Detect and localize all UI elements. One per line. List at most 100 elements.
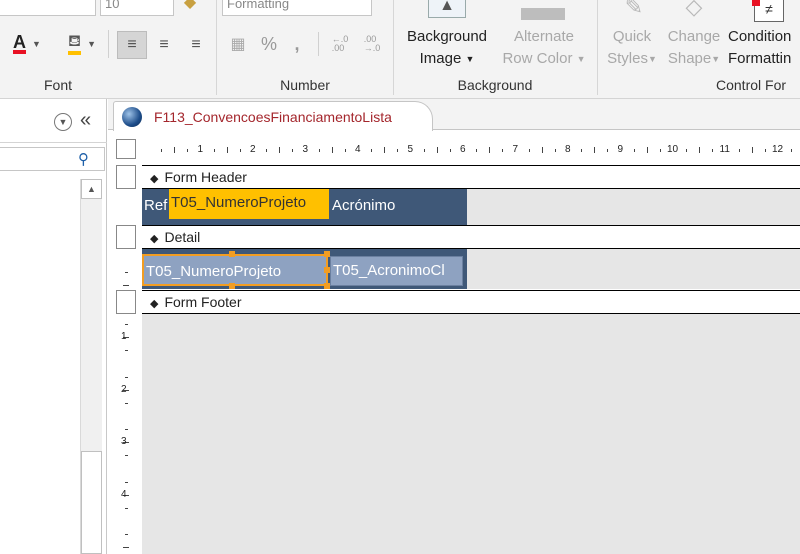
- align-left-button[interactable]: ≡: [117, 31, 147, 59]
- section-arrow-icon: ◆: [150, 298, 159, 310]
- fill-color-button[interactable]: ⛾ ▼: [62, 30, 102, 58]
- section-selector-detail[interactable]: [116, 225, 136, 249]
- ruler-tick: [541, 147, 543, 153]
- align-right-button[interactable]: ≡: [182, 31, 210, 59]
- chevron-down-icon: ▼: [465, 54, 475, 65]
- search-icon[interactable]: ⚲: [78, 150, 89, 168]
- ruler-tick: [384, 147, 386, 153]
- resize-handle[interactable]: [229, 251, 235, 257]
- ruler-tick: [125, 324, 128, 326]
- ruler-tick: [738, 149, 740, 152]
- conditional-formatting-button[interactable]: Condition Formattin: [728, 26, 800, 70]
- section-selector-header[interactable]: [116, 165, 136, 189]
- font-name-combo[interactable]: [0, 0, 96, 16]
- conditional-formatting-label-2: Formattin: [728, 50, 792, 67]
- label-acronimo[interactable]: Acrónimo: [332, 189, 462, 223]
- ruler-tick: [646, 147, 648, 153]
- vertical-ruler: 1 2 3 4: [116, 161, 136, 554]
- quick-styles-label-1: Quick: [612, 28, 652, 45]
- ruler-number: 1: [197, 144, 204, 155]
- detail-area[interactable]: T05_NumeroProjeto T05_AcronimoCl: [142, 249, 800, 289]
- ruler-tick: [449, 149, 451, 152]
- decrease-decimals-button[interactable]: .00 →.0: [358, 30, 386, 58]
- font-color-icon: A: [13, 32, 27, 54]
- conditional-formatting-label-1: Condition: [728, 28, 792, 45]
- ruler-number: 7: [512, 144, 519, 155]
- section-bar-form-footer[interactable]: ◆ Form Footer: [142, 290, 800, 314]
- change-shape-button[interactable]: Change Shape▼: [662, 26, 726, 70]
- background-image-icon[interactable]: ▲: [428, 0, 466, 18]
- scroll-up-arrow-icon[interactable]: ▲: [81, 179, 102, 199]
- ruler-corner[interactable]: [116, 139, 136, 159]
- quick-styles-button[interactable]: Quick Styles▼: [600, 26, 664, 70]
- section-selector-footer[interactable]: [116, 290, 136, 314]
- group-label-control-formatting: Control For: [716, 77, 787, 93]
- ruler-number: 1: [121, 331, 127, 342]
- resize-handle[interactable]: [229, 283, 235, 289]
- ruler-tick: [161, 149, 163, 152]
- nav-menu-chevron-icon[interactable]: ▼: [54, 113, 72, 131]
- ruler-tick: [607, 149, 609, 152]
- scroll-thumb[interactable]: [81, 451, 102, 554]
- ruler-tick: [125, 350, 128, 352]
- alternate-row-color-icon: [521, 8, 565, 20]
- ruler-number: 5: [407, 144, 414, 155]
- change-shape-label-2: Shape: [667, 50, 712, 67]
- ruler-tick: [125, 481, 128, 483]
- alternate-row-color-button[interactable]: Alternate Row Color ▼: [496, 26, 592, 70]
- ruler-tick: [397, 149, 399, 152]
- decrease-decimals-icon: .00 →.0: [363, 34, 381, 53]
- section-label-form-footer: Form Footer: [164, 294, 242, 310]
- form-design-surface: 1 2 3 4 5 6 7 8 9 10 11 12 1234 ◆ Form Header Ref T0…: [108, 131, 800, 554]
- comma-button[interactable]: ,: [286, 31, 308, 57]
- quick-styles-label-2: Styles: [607, 50, 648, 67]
- background-image-button[interactable]: Background Image ▼: [398, 26, 496, 70]
- ruler-number: 3: [302, 144, 309, 155]
- section-bar-form-header[interactable]: ◆ Form Header: [142, 165, 800, 189]
- percent-button[interactable]: %: [256, 31, 282, 57]
- number-format-combo[interactable]: Formatting: [222, 0, 372, 16]
- nav-scrollbar[interactable]: ▲: [80, 179, 102, 554]
- nav-search-input[interactable]: ⚲: [0, 147, 105, 171]
- ruler-tick: [371, 149, 373, 152]
- ruler-tick: [123, 284, 129, 286]
- ruler-tick: [344, 149, 346, 152]
- section-arrow-icon: ◆: [150, 173, 159, 185]
- textbox-acronimo[interactable]: T05_AcronimoCl: [330, 256, 463, 286]
- font-color-button[interactable]: A ▼: [12, 32, 42, 56]
- ruler-number: 11: [719, 144, 730, 155]
- number-format-value: Formatting: [227, 0, 290, 11]
- section-bar-detail[interactable]: ◆ Detail: [142, 225, 800, 249]
- chevron-down-icon: ▼: [87, 39, 96, 49]
- change-shape-label-1: Change: [667, 28, 721, 45]
- form-footer-area[interactable]: [142, 314, 800, 554]
- ruler-tick: [554, 149, 556, 152]
- font-size-combo[interactable]: 10: [100, 0, 174, 16]
- label-ref[interactable]: Ref: [144, 189, 168, 223]
- label-numero-projeto[interactable]: T05_NumeroProjeto: [169, 189, 329, 219]
- ruler-tick: [279, 147, 281, 153]
- ruler-tick: [125, 429, 128, 431]
- navigation-pane: ▼ « ⚲ ▲: [0, 99, 107, 554]
- currency-icon: ▦: [230, 36, 246, 53]
- section-label-detail: Detail: [164, 229, 201, 245]
- ruler-tick: [751, 147, 753, 153]
- collapse-pane-icon[interactable]: «: [80, 109, 91, 132]
- group-label-font: Font: [43, 77, 72, 93]
- percent-icon: %: [260, 33, 277, 54]
- ruler-tick: [436, 147, 438, 153]
- align-center-button[interactable]: ≡: [150, 31, 178, 59]
- background-image-label-2: Image: [419, 50, 462, 67]
- currency-button[interactable]: ▦: [224, 31, 252, 57]
- align-left-icon: ≡: [127, 36, 137, 53]
- horizontal-ruler: 1 2 3 4 5 6 7 8 9 10 11 12: [142, 139, 800, 161]
- form-header-area[interactable]: Ref T05_NumeroProjeto Acrónimo: [142, 189, 800, 225]
- textbox-numero-projeto[interactable]: T05_NumeroProjeto: [142, 254, 328, 286]
- increase-decimals-button[interactable]: ←.0 .00: [326, 30, 354, 58]
- document-tab[interactable]: F113_ConvencoesFinanciamentoLista: [113, 101, 433, 131]
- ruler-tick: [764, 149, 766, 152]
- format-painter-icon[interactable]: ◆: [180, 0, 200, 12]
- ruler-tick: [125, 402, 128, 404]
- conditional-red-square: [752, 0, 760, 6]
- nav-pane-header: ▼ «: [0, 99, 107, 143]
